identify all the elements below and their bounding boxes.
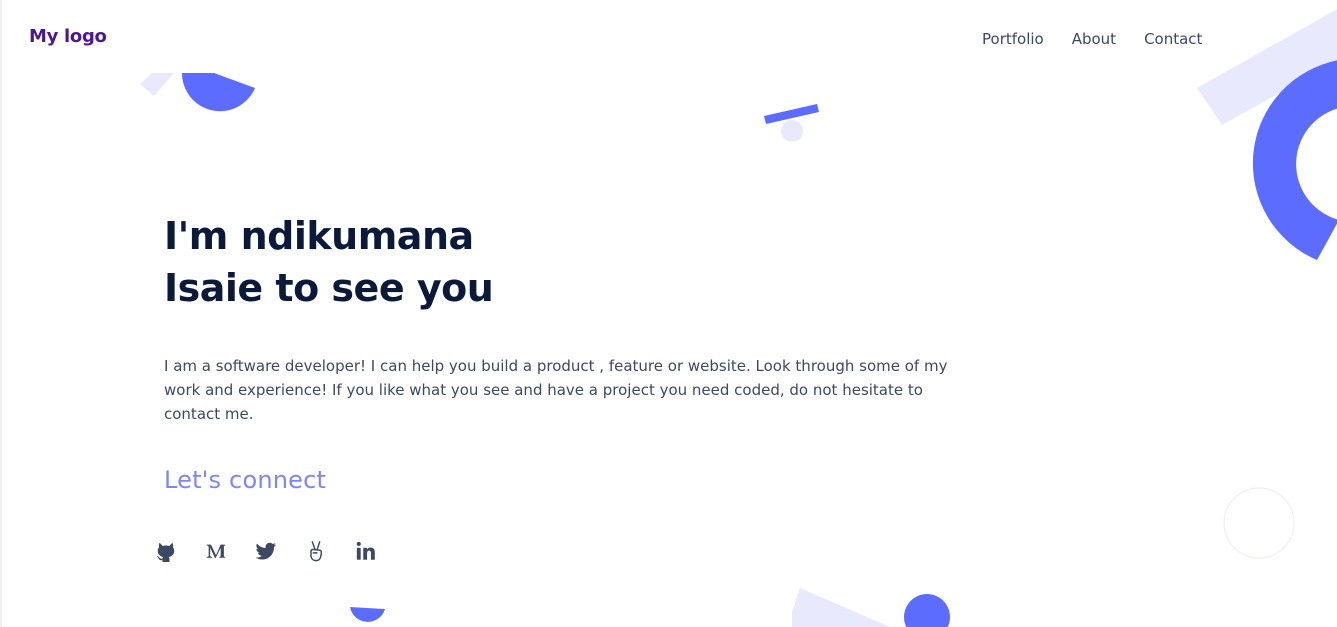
social-links (154, 538, 404, 564)
decor-light-band-bottom (792, 588, 890, 627)
nav-link-about[interactable]: About (1072, 30, 1116, 48)
linkedin-link[interactable] (354, 538, 378, 564)
nav-link-portfolio[interactable]: Portfolio (982, 30, 1044, 48)
github-icon (156, 542, 175, 562)
github-link[interactable] (154, 538, 178, 564)
hero-headline: I'm ndikumana Isaie to see you (164, 210, 494, 314)
page: My logo Portfolio About Contact I'm ndik… (0, 0, 1337, 627)
angellist-icon (310, 541, 323, 562)
angellist-link[interactable] (304, 538, 328, 564)
decor-blue-circle-bottom (904, 594, 950, 627)
hero-intro-text: I am a software developer! I can help yo… (164, 357, 948, 423)
twitter-link[interactable] (254, 538, 278, 564)
twitter-icon (255, 542, 277, 560)
linkedin-icon (356, 541, 375, 560)
decor-light-dot-top (781, 120, 803, 142)
medium-icon (206, 544, 226, 558)
decor-blue-bar-top (764, 104, 819, 124)
nav-link-contact[interactable]: Contact (1144, 30, 1202, 48)
decor-outline-circle-right (1223, 487, 1295, 559)
site-logo[interactable]: My logo (29, 26, 107, 47)
decor-blue-half-disc-top-left (181, 73, 255, 112)
decor-light-band-top-right (1197, 9, 1337, 125)
connect-heading: Let's connect (164, 466, 327, 494)
decor-blue-ring-top-right (1252, 60, 1337, 260)
hero-headline-line-2: Isaie to see you (164, 266, 494, 310)
decor-light-triangle-top-left (140, 73, 174, 96)
medium-link[interactable] (204, 538, 228, 564)
main-nav: Portfolio About Contact (982, 30, 1230, 48)
decor-blue-half-disc-bottom (350, 607, 385, 622)
hero-headline-line-1: I'm ndikumana (164, 214, 474, 258)
